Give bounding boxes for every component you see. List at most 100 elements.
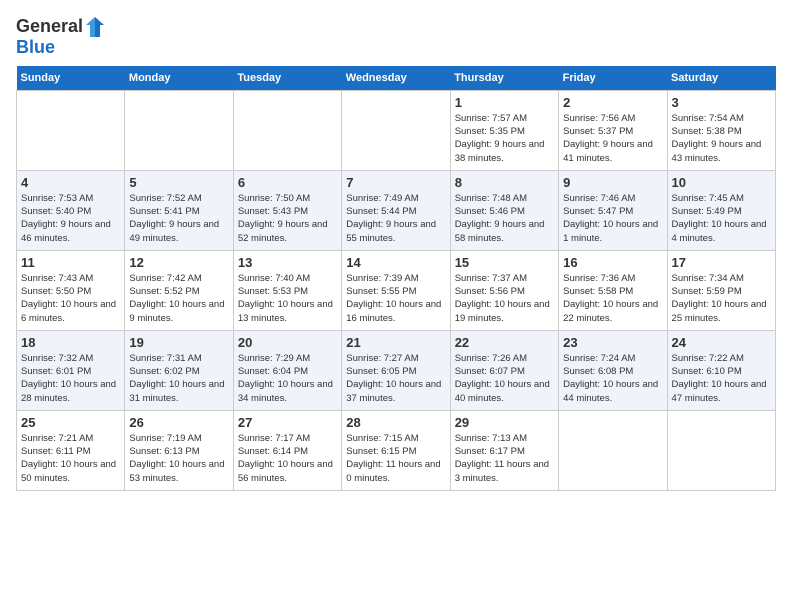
day-info: Sunrise: 7:31 AM Sunset: 6:02 PM Dayligh… [129,352,228,405]
week-row-4: 18 Sunrise: 7:32 AM Sunset: 6:01 PM Dayli… [17,330,776,410]
column-header-wednesday: Wednesday [342,66,450,91]
day-number: 7 [346,175,445,190]
day-number: 18 [21,335,120,350]
column-header-monday: Monday [125,66,233,91]
day-info: Sunrise: 7:13 AM Sunset: 6:17 PM Dayligh… [455,432,554,485]
calendar-cell: 18 Sunrise: 7:32 AM Sunset: 6:01 PM Dayli… [17,330,125,410]
calendar-cell: 22 Sunrise: 7:26 AM Sunset: 6:07 PM Dayli… [450,330,558,410]
calendar-cell: 5Sunrise: 7:52 AM Sunset: 5:41 PM Daylig… [125,170,233,250]
day-info: Sunrise: 7:43 AM Sunset: 5:50 PM Dayligh… [21,272,120,325]
day-number: 23 [563,335,662,350]
calendar-cell [17,90,125,170]
calendar-cell: 25Sunrise: 7:21 AM Sunset: 6:11 PM Dayli… [17,410,125,490]
calendar-cell [125,90,233,170]
calendar-cell: 16 Sunrise: 7:36 AM Sunset: 5:58 PM Dayli… [559,250,667,330]
calendar-cell: 20Sunrise: 7:29 AM Sunset: 6:04 PM Dayli… [233,330,341,410]
column-header-friday: Friday [559,66,667,91]
calendar-cell: 2 Sunrise: 7:56 AM Sunset: 5:37 PM Daylig… [559,90,667,170]
day-info: Sunrise: 7:50 AM Sunset: 5:43 PM Dayligh… [238,192,337,245]
calendar-cell: 11 Sunrise: 7:43 AM Sunset: 5:50 PM Dayli… [17,250,125,330]
day-number: 22 [455,335,554,350]
day-number: 26 [129,415,228,430]
day-number: 9 [563,175,662,190]
day-info: Sunrise: 7:57 AM Sunset: 5:35 PM Dayligh… [455,112,554,165]
calendar-cell: 28 Sunrise: 7:15 AM Sunset: 6:15 PM Dayli… [342,410,450,490]
day-number: 14 [346,255,445,270]
day-number: 16 [563,255,662,270]
calendar-cell: 9 Sunrise: 7:46 AM Sunset: 5:47 PM Daylig… [559,170,667,250]
logo-triangle-icon [85,16,105,38]
day-info: Sunrise: 7:46 AM Sunset: 5:47 PM Dayligh… [563,192,662,245]
day-info: Sunrise: 7:26 AM Sunset: 6:07 PM Dayligh… [455,352,554,405]
day-info: Sunrise: 7:42 AM Sunset: 5:52 PM Dayligh… [129,272,228,325]
calendar-cell: 29 Sunrise: 7:13 AM Sunset: 6:17 PM Dayli… [450,410,558,490]
day-info: Sunrise: 7:56 AM Sunset: 5:37 PM Dayligh… [563,112,662,165]
day-info: Sunrise: 7:22 AM Sunset: 6:10 PM Dayligh… [672,352,771,405]
day-number: 28 [346,415,445,430]
day-number: 27 [238,415,337,430]
calendar-cell: 19 Sunrise: 7:31 AM Sunset: 6:02 PM Dayli… [125,330,233,410]
calendar-cell: 21 Sunrise: 7:27 AM Sunset: 6:05 PM Dayli… [342,330,450,410]
day-number: 29 [455,415,554,430]
column-header-sunday: Sunday [17,66,125,91]
column-header-saturday: Saturday [667,66,775,91]
day-number: 13 [238,255,337,270]
day-number: 4 [21,175,120,190]
day-info: Sunrise: 7:48 AM Sunset: 5:46 PM Dayligh… [455,192,554,245]
day-number: 6 [238,175,337,190]
week-row-3: 11 Sunrise: 7:43 AM Sunset: 5:50 PM Dayli… [17,250,776,330]
logo-text-block: General Blue [16,16,105,58]
calendar-cell: 3Sunrise: 7:54 AM Sunset: 5:38 PM Daylig… [667,90,775,170]
day-info: Sunrise: 7:15 AM Sunset: 6:15 PM Dayligh… [346,432,445,485]
day-info: Sunrise: 7:54 AM Sunset: 5:38 PM Dayligh… [672,112,771,165]
day-info: Sunrise: 7:19 AM Sunset: 6:13 PM Dayligh… [129,432,228,485]
day-info: Sunrise: 7:37 AM Sunset: 5:56 PM Dayligh… [455,272,554,325]
calendar-cell: 1 Sunrise: 7:57 AM Sunset: 5:35 PM Daylig… [450,90,558,170]
calendar-cell [342,90,450,170]
calendar-cell [667,410,775,490]
day-info: Sunrise: 7:29 AM Sunset: 6:04 PM Dayligh… [238,352,337,405]
calendar-cell: 6 Sunrise: 7:50 AM Sunset: 5:43 PM Daylig… [233,170,341,250]
day-number: 25 [21,415,120,430]
day-number: 12 [129,255,228,270]
day-info: Sunrise: 7:49 AM Sunset: 5:44 PM Dayligh… [346,192,445,245]
day-number: 2 [563,95,662,110]
day-number: 19 [129,335,228,350]
calendar-cell: 23 Sunrise: 7:24 AM Sunset: 6:08 PM Dayli… [559,330,667,410]
day-info: Sunrise: 7:32 AM Sunset: 6:01 PM Dayligh… [21,352,120,405]
calendar-cell: 17 Sunrise: 7:34 AM Sunset: 5:59 PM Dayli… [667,250,775,330]
header-row: SundayMondayTuesdayWednesdayThursdayFrid… [17,66,776,91]
column-header-thursday: Thursday [450,66,558,91]
calendar-cell: 8 Sunrise: 7:48 AM Sunset: 5:46 PM Daylig… [450,170,558,250]
column-header-tuesday: Tuesday [233,66,341,91]
calendar-cell: 7 Sunrise: 7:49 AM Sunset: 5:44 PM Daylig… [342,170,450,250]
week-row-1: 1 Sunrise: 7:57 AM Sunset: 5:35 PM Daylig… [17,90,776,170]
day-number: 11 [21,255,120,270]
page-header: General Blue [16,16,776,58]
calendar-table: SundayMondayTuesdayWednesdayThursdayFrid… [16,66,776,491]
calendar-cell: 12 Sunrise: 7:42 AM Sunset: 5:52 PM Dayli… [125,250,233,330]
day-number: 1 [455,95,554,110]
day-info: Sunrise: 7:39 AM Sunset: 5:55 PM Dayligh… [346,272,445,325]
calendar-cell: 15 Sunrise: 7:37 AM Sunset: 5:56 PM Dayli… [450,250,558,330]
logo-general: General [16,17,83,37]
day-number: 8 [455,175,554,190]
logo-blue: Blue [16,38,105,58]
day-number: 10 [672,175,771,190]
day-info: Sunrise: 7:17 AM Sunset: 6:14 PM Dayligh… [238,432,337,485]
calendar-cell: 24 Sunrise: 7:22 AM Sunset: 6:10 PM Dayli… [667,330,775,410]
day-info: Sunrise: 7:45 AM Sunset: 5:49 PM Dayligh… [672,192,771,245]
day-number: 24 [672,335,771,350]
day-number: 21 [346,335,445,350]
calendar-cell: 14 Sunrise: 7:39 AM Sunset: 5:55 PM Dayli… [342,250,450,330]
calendar-cell: 13Sunrise: 7:40 AM Sunset: 5:53 PM Dayli… [233,250,341,330]
week-row-2: 4 Sunrise: 7:53 AM Sunset: 5:40 PM Daylig… [17,170,776,250]
day-info: Sunrise: 7:34 AM Sunset: 5:59 PM Dayligh… [672,272,771,325]
day-info: Sunrise: 7:27 AM Sunset: 6:05 PM Dayligh… [346,352,445,405]
calendar-cell [559,410,667,490]
day-info: Sunrise: 7:24 AM Sunset: 6:08 PM Dayligh… [563,352,662,405]
day-number: 15 [455,255,554,270]
day-info: Sunrise: 7:53 AM Sunset: 5:40 PM Dayligh… [21,192,120,245]
day-number: 17 [672,255,771,270]
day-info: Sunrise: 7:36 AM Sunset: 5:58 PM Dayligh… [563,272,662,325]
